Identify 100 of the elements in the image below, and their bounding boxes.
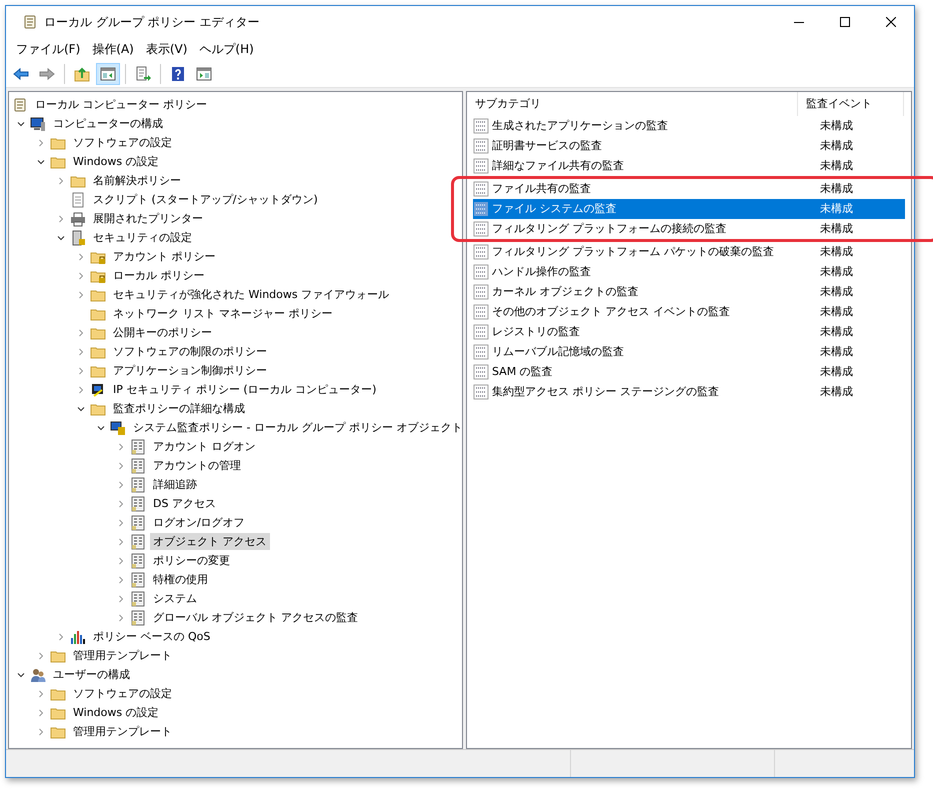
table-cell-text: 詳細なファイル共有の監査 (492, 158, 625, 174)
table-cell-text: ファイル システムの監査 (492, 200, 618, 217)
tree-item[interactable]: ポリシーの変更 (150, 552, 233, 569)
table-cell-text: 未構成 (819, 180, 853, 197)
binary-document-icon (473, 201, 489, 217)
tree-item[interactable]: セキュリティの設定 (90, 229, 195, 246)
tree-item[interactable]: ポリシー ベースの QoS (90, 628, 214, 645)
tree-item[interactable]: 監査ポリシーの詳細な構成 (110, 400, 248, 417)
table-cell-text: 未構成 (819, 364, 853, 380)
tree-item[interactable]: セキュリティが強化された Windows ファイアウォール (110, 286, 392, 303)
list-icon (130, 572, 146, 588)
tree-item[interactable]: ローカル ポリシー (110, 267, 208, 284)
list-row[interactable]: ファイル システムの監査 未構成 (473, 199, 905, 219)
table-cell-text: ファイル共有の監査 (492, 180, 592, 197)
list-row[interactable]: カーネル オブジェクトの監査 未構成 (473, 282, 905, 302)
monitor-key-icon (90, 382, 106, 398)
tree-item[interactable]: 名前解決ポリシー (90, 172, 184, 189)
table-cell-text: 未構成 (819, 284, 853, 300)
binary-document-icon (473, 138, 489, 154)
binary-document-icon (473, 244, 489, 260)
binary-document-icon (473, 284, 489, 300)
table-cell-text: 未構成 (819, 344, 853, 360)
tree-item[interactable]: コンピューターの構成 (50, 115, 166, 132)
list-icon (130, 458, 146, 474)
tree-item[interactable]: ソフトウェアの設定 (70, 134, 175, 151)
tree-item[interactable]: 管理用テンプレート (70, 723, 175, 740)
table-cell-text: 未構成 (819, 158, 853, 174)
table-cell-text: リムーバブル記憶域の監査 (492, 344, 625, 360)
binary-document-icon (473, 364, 489, 380)
tree-item[interactable]: アカウント ポリシー (110, 248, 218, 265)
pane-icon (196, 66, 212, 82)
tree-item[interactable]: ユーザーの構成 (50, 666, 133, 683)
tree-item[interactable]: 展開されたプリンター (90, 210, 206, 227)
table-cell-text: フィルタリング プラットフォーム パケットの破棄の監査 (492, 244, 775, 260)
menu-item[interactable]: 操作(A) (86, 39, 140, 59)
tree-item[interactable]: ソフトウェアの設定 (70, 685, 175, 702)
tree-item[interactable]: 詳細追跡 (150, 476, 200, 493)
tree-item[interactable]: 管理用テンプレート (70, 647, 175, 664)
column-header[interactable]: 監査イベント (798, 92, 904, 116)
tree-item[interactable]: アカウントの管理 (150, 457, 244, 474)
tree-item[interactable]: 特権の使用 (150, 571, 211, 588)
back-arrow-icon (13, 66, 29, 82)
list-row[interactable]: レジストリの監査 未構成 (473, 322, 905, 342)
list-row[interactable]: 生成されたアプリケーションの監査 未構成 (473, 116, 905, 136)
menu-item[interactable]: ファイル(F) (10, 39, 86, 59)
tree-item[interactable]: システム監査ポリシー - ローカル グループ ポリシー オブジェクト (130, 419, 466, 436)
list-row[interactable]: 集約型アクセス ポリシー ステージングの監査 未構成 (473, 382, 905, 402)
bar-chart-icon (70, 628, 86, 644)
tree-item[interactable]: アカウント ログオン (150, 438, 258, 455)
menu-item[interactable]: ヘルプ(H) (193, 39, 260, 59)
list-row[interactable]: SAM の監査 未構成 (473, 362, 905, 382)
window-title: ローカル グループ ポリシー エディター (44, 14, 260, 31)
table-cell-text: 未構成 (819, 118, 853, 134)
table-cell-text: その他のオブジェクト アクセス イベントの監査 (492, 304, 731, 320)
tree-item[interactable]: ログオン/ログオフ (150, 514, 248, 531)
tree-item[interactable]: IP セキュリティ ポリシー (ローカル コンピューター) (110, 381, 380, 398)
list-row[interactable]: 証明書サービスの監査 未構成 (473, 136, 905, 156)
close-icon (886, 17, 896, 27)
list-row[interactable]: 詳細なファイル共有の監査 未構成 (473, 156, 905, 176)
table-cell-text: 未構成 (819, 244, 853, 260)
list-row[interactable]: その他のオブジェクト アクセス イベントの監査 未構成 (473, 302, 905, 322)
table-cell-text: 証明書サービスの監査 (492, 138, 603, 154)
tree-item[interactable]: アプリケーション制御ポリシー (110, 362, 270, 379)
binary-document-icon (473, 118, 489, 134)
tree-item[interactable]: DS アクセス (150, 495, 219, 512)
list-icon (130, 496, 146, 512)
list-row[interactable]: ファイル共有の監査 未構成 (473, 179, 905, 199)
tree-item[interactable]: オブジェクト アクセス (150, 533, 270, 550)
column-header[interactable]: サブカテゴリ (467, 92, 798, 116)
computer-lock-icon (110, 420, 126, 436)
table-cell-text: 未構成 (819, 138, 853, 154)
table-cell-text: 集約型アクセス ポリシー ステージングの監査 (492, 384, 720, 400)
list-icon (130, 514, 146, 530)
tree-item[interactable]: Windows の設定 (70, 153, 162, 170)
list-row[interactable]: リムーバブル記憶域の監査 未構成 (473, 342, 905, 362)
list-row[interactable]: ハンドル操作の監査 未構成 (473, 262, 905, 282)
table-cell-text: 未構成 (819, 200, 853, 217)
tree-item[interactable]: システム (150, 590, 200, 607)
menu-item[interactable]: 表示(V) (140, 39, 194, 59)
tree-item[interactable]: ローカル コンピューター ポリシー (32, 96, 210, 113)
binary-document-icon (473, 158, 489, 174)
toolbar-button[interactable] (96, 62, 120, 84)
forward-arrow-icon (39, 66, 55, 82)
list-icon (130, 610, 146, 626)
binary-document-icon (473, 181, 489, 197)
table-cell-text: 未構成 (819, 220, 853, 237)
tree-item[interactable]: ソフトウェアの制限のポリシー (110, 343, 270, 360)
list-icon (130, 552, 146, 568)
list-icon (130, 438, 146, 454)
tree-item[interactable]: 公開キーのポリシー (110, 324, 215, 341)
list-row[interactable]: フィルタリング プラットフォームの接続の監査 未構成 (473, 219, 905, 239)
list-row[interactable]: フィルタリング プラットフォーム パケットの破棄の監査 未構成 (473, 242, 905, 262)
table-cell-text: 生成されたアプリケーションの監査 (492, 118, 669, 134)
binary-document-icon (473, 384, 489, 400)
tree-item[interactable]: スクリプト (スタートアップ/シャットダウン) (90, 191, 321, 208)
tree-item[interactable]: Windows の設定 (70, 704, 162, 721)
tree-item[interactable]: グローバル オブジェクト アクセスの監査 (150, 609, 361, 626)
table-cell-text: ハンドル操作の監査 (492, 264, 592, 280)
server-lock-icon (70, 230, 86, 246)
tree-item[interactable]: ネットワーク リスト マネージャー ポリシー (110, 305, 336, 322)
